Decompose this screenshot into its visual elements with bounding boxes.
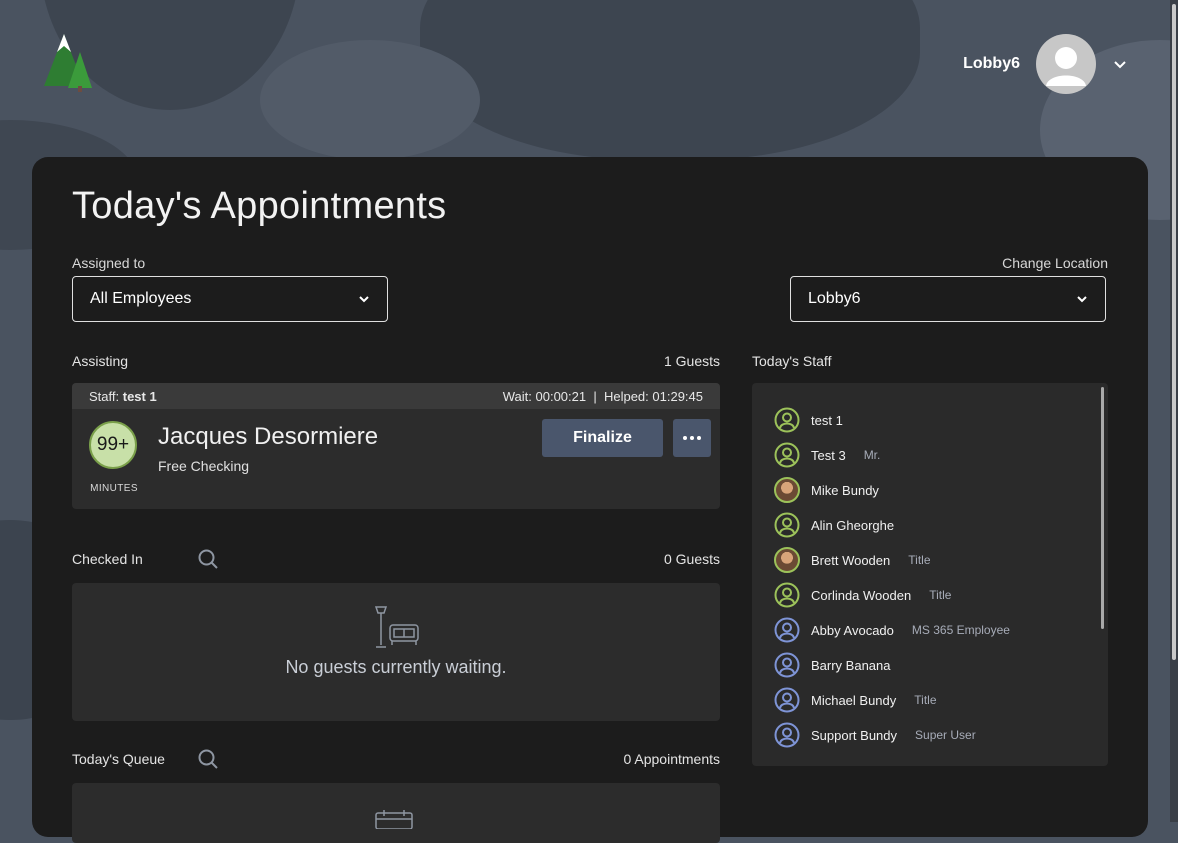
change-location-label: Change Location: [1002, 255, 1108, 271]
search-icon[interactable]: [197, 548, 219, 570]
staff-name: Barry Banana: [811, 657, 891, 673]
guest-service: Free Checking: [158, 458, 250, 474]
staff-title: Super User: [915, 728, 976, 742]
user-outline-icon: [774, 652, 800, 678]
user-outline-icon: [774, 687, 800, 713]
staff-name: Abby Avocado: [811, 622, 894, 638]
staff-name: test 1: [811, 412, 843, 428]
couch-lamp-icon: [374, 606, 419, 648]
staff-list-item[interactable]: Alin Gheorghe: [774, 511, 894, 539]
queue-count: 0 Appointments: [623, 751, 720, 767]
staff-title: Title: [929, 588, 952, 602]
staff-info: Staff: test 1: [89, 389, 157, 404]
staff-name: Mike Bundy: [811, 482, 879, 498]
user-outline-icon: [774, 582, 800, 608]
staff-list-item[interactable]: Brett Wooden Title: [774, 546, 931, 574]
staff-name: Alin Gheorghe: [811, 517, 895, 533]
chevron-down-icon: [1077, 296, 1087, 303]
staff-label: Today's Staff: [752, 353, 832, 369]
checked-in-empty-state: No guests currently waiting.: [72, 583, 720, 721]
checked-in-count: 0 Guests: [663, 551, 720, 567]
staff-photo-avatar: [774, 547, 800, 573]
user-outline-icon: [774, 512, 800, 538]
staff-label: Staff:: [89, 388, 120, 404]
staff-name: Corlinda Wooden: [811, 587, 912, 603]
assigned-to-label: Assigned to: [72, 255, 146, 271]
calendar-icon: [375, 810, 413, 829]
staff-list-item[interactable]: test 1: [774, 406, 843, 434]
assisting-count: 1 Guests: [663, 353, 720, 369]
staff-title: MS 365 Employee: [911, 623, 1010, 637]
chevron-down-icon[interactable]: [1112, 56, 1128, 72]
queue-empty-state: [72, 783, 720, 843]
staff-name: Michael Bundy: [811, 692, 897, 708]
staff-title: Title: [908, 553, 931, 567]
chevron-down-icon: [359, 296, 369, 303]
staff-name: Test 3: [811, 447, 846, 463]
page-title: Today's Appointments: [72, 185, 447, 227]
staff-list-item[interactable]: Abby Avocado MS 365 Employee: [774, 616, 1010, 644]
user-name: Lobby6: [963, 55, 1020, 72]
staff-name: Brett Wooden: [811, 552, 891, 568]
more-options-button[interactable]: [673, 419, 711, 457]
user-outline-icon: [774, 407, 800, 433]
helped-time: Helped: 01:29:45: [603, 388, 703, 404]
change-location-select[interactable]: Lobby6: [790, 276, 1106, 322]
staff-name: Support Bundy: [811, 727, 898, 743]
user-outline-icon: [774, 722, 800, 748]
staff-title: Mr.: [863, 448, 881, 462]
timer-separator: |: [593, 388, 597, 404]
wait-minutes-badge: 99+: [89, 421, 137, 469]
staff-list-item[interactable]: Mike Bundy: [774, 476, 879, 504]
assisting-guest-card[interactable]: Staff: test 1 Wait: 00:00:21 | Helped: 0…: [72, 383, 720, 509]
assigned-to-select[interactable]: All Employees: [72, 276, 388, 322]
staff-list-item[interactable]: Michael Bundy Title: [774, 686, 937, 714]
page-scrollbar[interactable]: [1170, 0, 1178, 822]
page-scrollbar-thumb[interactable]: [1172, 4, 1176, 660]
staff-list-item[interactable]: Support Bundy Super User: [774, 721, 976, 749]
staff-scrollbar[interactable]: [1101, 387, 1104, 629]
empty-message: No guests currently waiting.: [285, 657, 507, 677]
assigned-to-value: All Employees: [90, 290, 192, 307]
guest-name[interactable]: Jacques Desormiere: [158, 423, 378, 451]
wait-minutes-unit: MINUTES: [90, 483, 138, 494]
queue-label: Today's Queue: [72, 751, 165, 767]
checked-in-label: Checked In: [72, 551, 143, 567]
staff-list-item[interactable]: Test 3 Mr.: [774, 441, 880, 469]
pine-tree-logo-icon: [40, 32, 96, 94]
assisting-card-header: Staff: test 1 Wait: 00:00:21 | Helped: 0…: [72, 383, 720, 409]
staff-list-item[interactable]: Corlinda Wooden Title: [774, 581, 951, 609]
more-dots-icon: [683, 436, 701, 440]
appointments-card: Today's Appointments Assigned to All Emp…: [32, 157, 1148, 843]
assisting-label: Assisting: [72, 353, 129, 369]
timers: Wait: 00:00:21 | Helped: 01:29:45: [503, 389, 703, 404]
user-outline-icon: [774, 617, 800, 643]
user-outline-icon: [774, 442, 800, 468]
staff-list-panel[interactable]: test 1 Test 3 Mr. Mike Bundy Alin Gheorghe Br…: [752, 383, 1108, 766]
staff-list-item[interactable]: Barry Banana: [774, 651, 891, 679]
location-value: Lobby6: [808, 290, 861, 307]
user-avatar-icon[interactable]: [1036, 34, 1096, 94]
search-icon[interactable]: [197, 748, 219, 770]
staff-photo-avatar: [774, 477, 800, 503]
assigned-staff-name: test 1: [122, 388, 157, 404]
staff-title: Title: [914, 693, 937, 707]
user-menu[interactable]: Lobby6: [963, 34, 1128, 94]
wait-time: Wait: 00:00:21: [502, 388, 587, 404]
finalize-button[interactable]: Finalize: [542, 419, 663, 457]
